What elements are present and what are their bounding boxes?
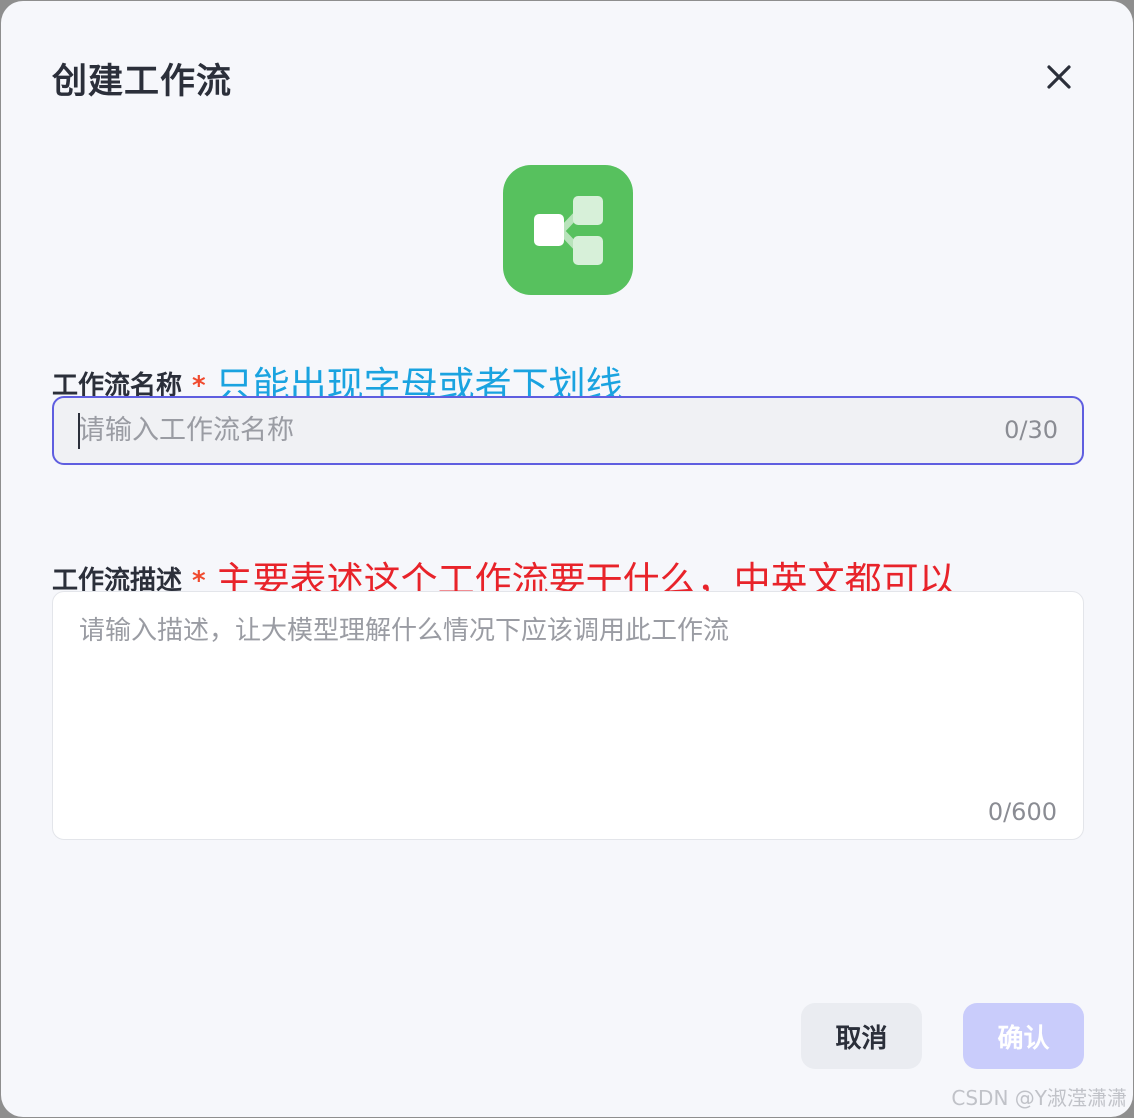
name-char-counter: 0/30 (1004, 416, 1058, 444)
workflow-app-icon (503, 165, 633, 295)
dialog-title: 创建工作流 (52, 62, 233, 102)
confirm-button[interactable]: 确认 (963, 1003, 1084, 1069)
text-caret (78, 413, 80, 449)
close-icon (1047, 65, 1071, 89)
watermark: CSDN @Y淑滢潇潇 (951, 1086, 1127, 1110)
workflow-description-textarea[interactable] (79, 610, 1059, 780)
workflow-icon (534, 196, 603, 265)
name-input-container: 0/30 (52, 396, 1084, 465)
close-button[interactable] (1037, 55, 1081, 99)
workflow-name-input[interactable] (78, 398, 978, 463)
create-workflow-dialog: 创建工作流 工作流名称 * 只能出现字母或者下划线 0/30 工作流描述 * 主… (1, 1, 1133, 1117)
description-char-counter: 0/600 (987, 798, 1057, 826)
cancel-button[interactable]: 取消 (801, 1003, 922, 1069)
description-input-container: 0/600 (52, 591, 1084, 840)
